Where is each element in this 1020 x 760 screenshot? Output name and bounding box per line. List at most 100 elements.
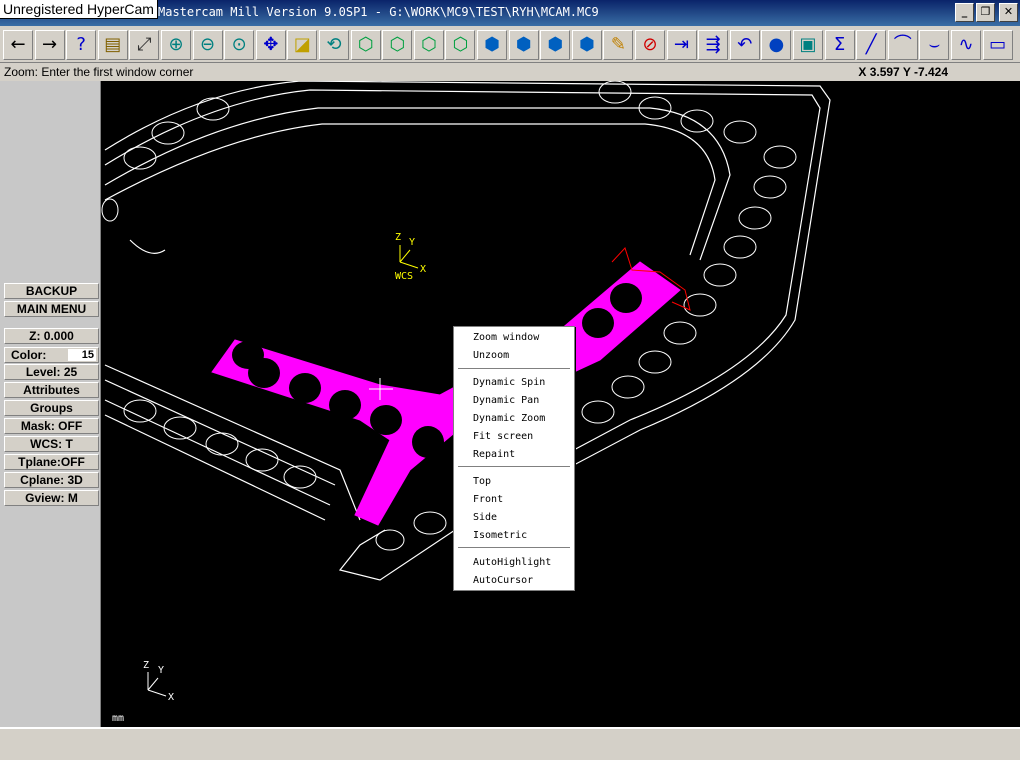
menu-autocursor[interactable]: AutoCursor: [473, 574, 533, 588]
z-depth-button[interactable]: Z: 0.000: [4, 328, 99, 344]
cursor-coordinates: X 3.597 Y -7.424: [858, 65, 948, 79]
menu-zoom-window[interactable]: Zoom window: [473, 331, 539, 345]
layers-icon: ▣: [799, 34, 817, 55]
cube-blue3-button[interactable]: ⬢: [540, 30, 571, 60]
cube-blue2-icon: ⬢: [515, 34, 532, 55]
back-arrow-button[interactable]: ←: [3, 30, 33, 60]
spline-button[interactable]: ∿: [951, 30, 981, 60]
forward-arrow-button[interactable]: →: [34, 30, 65, 60]
rectangle-icon: ▭: [989, 34, 1007, 55]
cube-iso-button[interactable]: ⬡: [445, 30, 476, 60]
pan-icon: ✥: [263, 34, 279, 55]
attributes-button[interactable]: Attributes: [4, 382, 99, 398]
cube-front-button[interactable]: ⬡: [382, 30, 413, 60]
tplane-button[interactable]: Tplane:OFF: [4, 454, 99, 470]
zoom-out-button[interactable]: ⊖: [192, 30, 223, 60]
menu-side[interactable]: Side: [473, 511, 497, 525]
minimize-button[interactable]: _: [955, 3, 974, 22]
context-menu: Zoom window Unzoom Dynamic Spin Dynamic …: [453, 326, 575, 591]
transform-icon: ⇥: [674, 34, 690, 55]
rotate-view-button[interactable]: ⟲: [319, 30, 349, 60]
wcs-z-label: Z: [395, 232, 401, 243]
prompt-text: Zoom: Enter the first window corner: [4, 65, 194, 79]
layers-button[interactable]: ▣: [793, 30, 823, 60]
axis-y-label: Y: [158, 665, 164, 676]
transform-button[interactable]: ⇥: [666, 30, 697, 60]
line-icon: ╱: [865, 34, 877, 55]
gview-button[interactable]: Gview: M: [4, 490, 99, 506]
select-icon: ◪: [293, 34, 311, 55]
delete-icon: ⊘: [642, 34, 658, 55]
wcs-y-label: Y: [409, 237, 415, 248]
help-button[interactable]: ?: [66, 30, 97, 60]
menu-dynamic-zoom[interactable]: Dynamic Zoom: [473, 412, 545, 426]
menu-dynamic-pan[interactable]: Dynamic Pan: [473, 394, 539, 408]
groups-button[interactable]: Groups: [4, 400, 99, 416]
pencil-button[interactable]: ✎: [603, 30, 634, 60]
zoom-fit-button[interactable]: ⊙: [224, 30, 255, 60]
analyze-button[interactable]: ⤢: [129, 30, 160, 60]
zoom-button[interactable]: ⊕: [161, 30, 191, 60]
menu-separator: [458, 466, 570, 468]
menu-dynamic-spin[interactable]: Dynamic Spin: [473, 376, 545, 390]
clipboard-button[interactable]: ▤: [97, 30, 128, 60]
toolbar: ← →? ▤ ⤢ ⊕ ⊖ ⊙ ✥ ◪ ⟲ ⬡ ⬡ ⬡ ⬡ ⬢ ⬢ ⬢ ⬢ ✎ ⊘ ⇥ ⇶ ↶ ● ▣ Σ ╱ ⌒ ⌣ ∿ ▭: [0, 27, 1020, 63]
menu-repaint[interactable]: Repaint: [473, 448, 515, 462]
status-bar: [0, 727, 1020, 760]
multi-transform-button[interactable]: ⇶: [698, 30, 729, 60]
color-value: 15: [68, 349, 96, 361]
maximize-button[interactable]: ❐: [976, 3, 995, 22]
cube-blue4-button[interactable]: ⬢: [571, 30, 602, 60]
menu-top[interactable]: Top: [473, 475, 491, 489]
line-button[interactable]: ╱: [856, 30, 887, 60]
spline-icon: ∿: [958, 34, 974, 55]
rectangle-button[interactable]: ▭: [982, 30, 1013, 60]
forward-arrow-icon: →: [42, 34, 58, 55]
menu-panel: BACKUP MAIN MENU Z: 0.000 Color: 15 Leve…: [0, 81, 101, 727]
hypercam-watermark: Unregistered HyperCam: [0, 0, 158, 19]
main-menu-button[interactable]: MAIN MENU: [4, 301, 99, 317]
select-button[interactable]: ◪: [287, 30, 318, 60]
cplane-button[interactable]: Cplane: 3D: [4, 472, 99, 488]
help-icon: ?: [76, 34, 86, 55]
window-title: Mastercam Mill Version 9.0SP1 - G:\WORK\…: [158, 5, 599, 19]
cube-blue3-icon: ⬢: [547, 34, 564, 55]
cube-top-button[interactable]: ⬡: [350, 30, 381, 60]
delete-button[interactable]: ⊘: [635, 30, 665, 60]
cube-side-button[interactable]: ⬡: [413, 30, 444, 60]
menu-fit-screen[interactable]: Fit screen: [473, 430, 533, 444]
level-button[interactable]: Level: 25: [4, 364, 99, 380]
cube-top-icon: ⬡: [357, 34, 374, 55]
undo-button[interactable]: ↶: [729, 30, 760, 60]
close-button[interactable]: ✕: [999, 3, 1018, 22]
menu-front[interactable]: Front: [473, 493, 503, 507]
menu-separator: [458, 547, 570, 549]
prompt-bar: Zoom: Enter the first window corner X 3.…: [0, 63, 1020, 81]
backup-button[interactable]: BACKUP: [4, 283, 99, 299]
menu-autohighlight[interactable]: AutoHighlight: [473, 556, 551, 570]
shade-sphere-button[interactable]: ●: [761, 30, 792, 60]
analyze-icon: ⤢: [137, 34, 152, 55]
color-button[interactable]: Color: 15: [4, 347, 99, 363]
cube-blue1-button[interactable]: ⬢: [477, 30, 507, 60]
zoom-icon: ⊕: [168, 34, 184, 55]
cube-blue1-icon: ⬢: [484, 34, 500, 55]
cube-blue2-button[interactable]: ⬢: [508, 30, 539, 60]
cube-blue4-icon: ⬢: [578, 34, 595, 55]
menu-unzoom[interactable]: Unzoom: [473, 349, 509, 363]
cube-front-icon: ⬡: [389, 34, 406, 55]
menu-isometric[interactable]: Isometric: [473, 529, 527, 543]
fillet-icon: ⌣: [928, 34, 941, 55]
sum-button[interactable]: Σ: [824, 30, 855, 60]
fillet-button[interactable]: ⌣: [919, 30, 950, 60]
pencil-icon: ✎: [610, 34, 626, 55]
arc-button[interactable]: ⌒: [887, 30, 918, 60]
axis-x-label: X: [168, 692, 174, 703]
zoom-out-icon: ⊖: [200, 34, 216, 55]
undo-icon: ↶: [737, 34, 753, 55]
pan-button[interactable]: ✥: [255, 30, 286, 60]
wcs-button[interactable]: WCS: T: [4, 436, 99, 452]
mask-button[interactable]: Mask: OFF: [4, 418, 99, 434]
back-arrow-icon: ←: [10, 34, 26, 55]
selected-part: [211, 261, 681, 526]
